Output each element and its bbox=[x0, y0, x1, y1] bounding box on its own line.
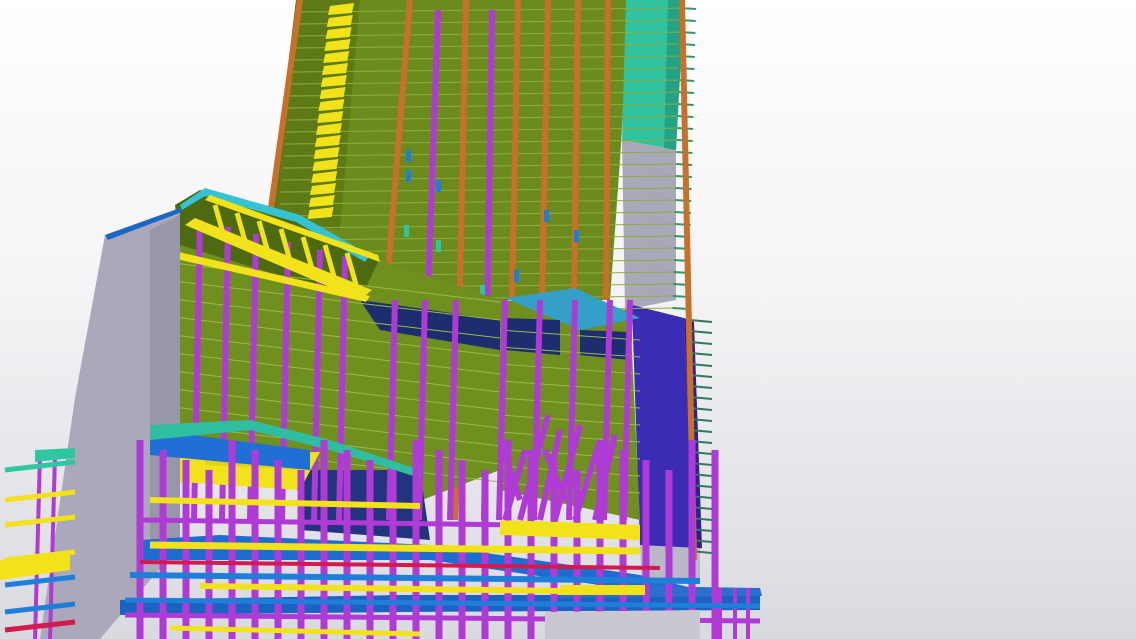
base-yellow-slab bbox=[560, 585, 645, 595]
opening bbox=[544, 210, 549, 222]
model-viewport[interactable] bbox=[0, 0, 1136, 639]
opening bbox=[436, 240, 441, 252]
opening bbox=[406, 150, 411, 162]
transfer-slab-yellow bbox=[500, 520, 640, 540]
east-slab-tip bbox=[689, 319, 713, 323]
opening bbox=[436, 180, 441, 192]
base-beam bbox=[139, 560, 661, 570]
opening bbox=[514, 270, 519, 282]
outrigger-column bbox=[33, 454, 42, 639]
tower-column bbox=[603, 0, 611, 301]
tower-blue-wall bbox=[632, 305, 694, 550]
tower-column bbox=[571, 0, 581, 301]
opening bbox=[574, 230, 579, 242]
opening bbox=[404, 225, 409, 237]
opening bbox=[406, 170, 411, 182]
base-grey-block bbox=[545, 610, 700, 639]
